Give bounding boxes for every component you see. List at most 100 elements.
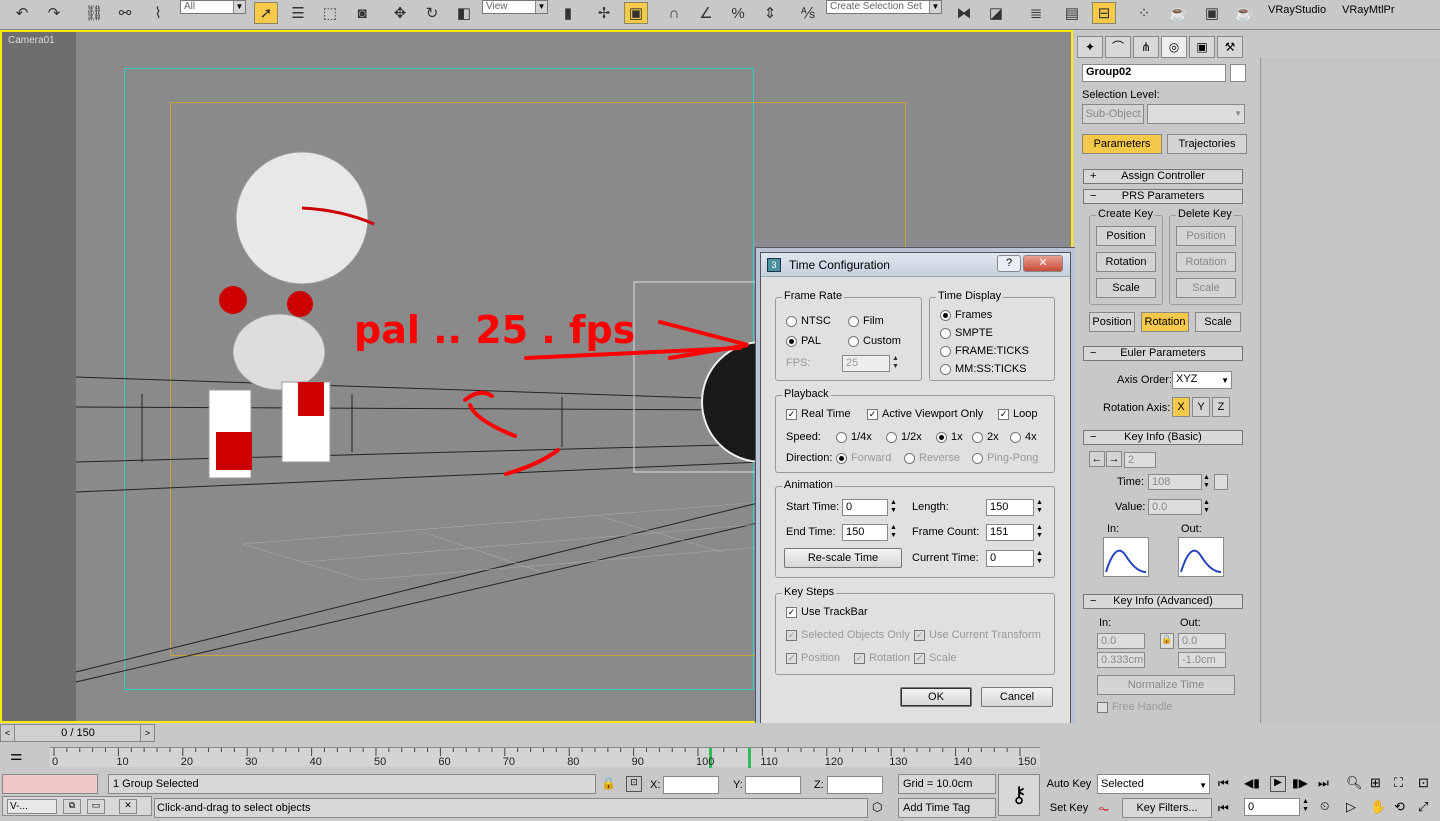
- loop-checkbox[interactable]: ✓ Loop: [998, 408, 1037, 420]
- maximize-icon[interactable]: ▭: [87, 799, 105, 814]
- rectangle-selection-icon[interactable]: ⬚: [318, 2, 342, 24]
- reverse-radio[interactable]: Reverse: [904, 452, 960, 464]
- time-configuration-icon[interactable]: ⏲: [1320, 799, 1338, 815]
- redo-icon[interactable]: ↷: [42, 2, 66, 24]
- move-icon[interactable]: ✥: [388, 2, 412, 24]
- vray-studio-label[interactable]: VRayStudio: [1268, 4, 1326, 16]
- select-manipulate-icon[interactable]: ✢: [592, 2, 616, 24]
- y-coordinate-field[interactable]: [745, 776, 801, 794]
- zoom-extents-icon[interactable]: ⛶: [1394, 775, 1403, 791]
- go-to-end-icon[interactable]: ⏭: [1318, 776, 1338, 791]
- delete-position-key-button[interactable]: Position: [1176, 226, 1236, 246]
- film-radio[interactable]: Film: [848, 315, 884, 327]
- delete-scale-key-button[interactable]: Scale: [1176, 278, 1236, 298]
- assign-controller-rollout[interactable]: + Assign Controller: [1083, 169, 1243, 184]
- pal-radio[interactable]: PAL: [786, 335, 821, 347]
- real-time-checkbox[interactable]: ✓ Real Time: [786, 408, 851, 420]
- set-key-button[interactable]: Set Key: [1044, 798, 1094, 818]
- adv-out-field[interactable]: 0.0: [1178, 633, 1226, 649]
- use-trackbar-checkbox[interactable]: ✓ Use TrackBar: [786, 606, 868, 618]
- hierarchy-tab-icon[interactable]: ⋔: [1133, 36, 1159, 58]
- frame-count-spinner-icon[interactable]: ▲ ▼: [1036, 524, 1043, 540]
- selected-only-checkbox[interactable]: ✓ Selected Objects Only: [786, 629, 910, 641]
- lock-icon[interactable]: 🔒: [1160, 633, 1174, 649]
- key-filters-button[interactable]: Key Filters...: [1122, 798, 1212, 818]
- create-scale-key-button[interactable]: Scale: [1096, 278, 1156, 298]
- ntsc-radio[interactable]: NTSC: [786, 315, 831, 327]
- key-time-field[interactable]: 108: [1148, 474, 1202, 490]
- field-of-view-icon[interactable]: ▷: [1346, 799, 1356, 815]
- create-tab-icon[interactable]: ✦: [1077, 36, 1103, 58]
- add-time-tag-icon[interactable]: ⬡: [872, 800, 882, 814]
- key-info-basic-rollout[interactable]: − Key Info (Basic): [1083, 430, 1243, 445]
- scale-checkbox[interactable]: ✓ Scale: [914, 652, 957, 664]
- zoom-extents-all-icon[interactable]: ⊡: [1418, 775, 1429, 791]
- use-current-transform-checkbox[interactable]: ✓ Use Current Transform: [914, 629, 1041, 641]
- x-coordinate-field[interactable]: [663, 776, 719, 794]
- restore-icon[interactable]: ⧉: [63, 799, 81, 814]
- rescale-time-button[interactable]: Re-scale Time: [784, 548, 902, 568]
- selection-lock-icon[interactable]: 🔒: [601, 776, 616, 790]
- z-coordinate-field[interactable]: [827, 776, 883, 794]
- zoom-icon[interactable]: 🔍︎: [1346, 775, 1363, 791]
- snaps-toggle-icon[interactable]: ∩: [662, 2, 686, 24]
- rotation-mode-button[interactable]: Rotation: [1141, 312, 1189, 332]
- tangent-in-curve-icon[interactable]: [1103, 537, 1149, 577]
- custom-radio[interactable]: Custom: [848, 335, 901, 347]
- axis-order-dropdown[interactable]: XYZ ▼: [1172, 371, 1232, 389]
- create-rotation-key-button[interactable]: Rotation: [1096, 252, 1156, 272]
- start-time-field[interactable]: 0: [842, 499, 888, 516]
- parameters-button[interactable]: Parameters: [1082, 134, 1162, 154]
- speed-quarter-radio[interactable]: 1/4x: [836, 431, 872, 443]
- speed-half-radio[interactable]: 1/2x: [886, 431, 922, 443]
- fps-field[interactable]: 25: [842, 355, 890, 372]
- spinner-snap-icon[interactable]: ⇕: [758, 2, 782, 24]
- layer-manager-icon[interactable]: ≣: [1024, 2, 1048, 24]
- object-color-swatch[interactable]: [1230, 64, 1246, 82]
- speed-4x-radio[interactable]: 4x: [1010, 431, 1037, 443]
- utilities-tab-icon[interactable]: ⚒: [1217, 36, 1243, 58]
- create-position-key-button[interactable]: Position: [1096, 226, 1156, 246]
- rotation-checkbox[interactable]: ✓ Rotation: [854, 652, 910, 664]
- edit-named-selection-icon[interactable]: ⅍: [796, 2, 820, 24]
- position-mode-button[interactable]: Position: [1089, 312, 1135, 332]
- select-object-icon[interactable]: ➚: [254, 2, 278, 24]
- close-icon[interactable]: ✕: [119, 799, 137, 814]
- dialog-titlebar[interactable]: 3 Time Configuration ? ✕: [761, 253, 1070, 277]
- close-button[interactable]: ✕: [1023, 255, 1063, 272]
- undo-icon[interactable]: ↶: [10, 2, 34, 24]
- sub-object-dropdown[interactable]: ▼: [1147, 104, 1245, 124]
- zoom-all-icon[interactable]: ⊞: [1370, 775, 1381, 791]
- normalize-time-button[interactable]: Normalize Time: [1097, 675, 1235, 695]
- euler-parameters-rollout[interactable]: − Euler Parameters: [1083, 346, 1243, 361]
- key-lock-button[interactable]: [1214, 474, 1228, 490]
- adv-out-field-2[interactable]: -1.0cm: [1178, 652, 1226, 668]
- help-button[interactable]: ?: [997, 255, 1021, 272]
- key-number-field[interactable]: 2: [1124, 452, 1156, 468]
- named-selection-dropdown[interactable]: Create Selection Set ▼: [826, 0, 942, 14]
- pan-view-icon[interactable]: ✋: [1370, 799, 1386, 815]
- rotate-icon[interactable]: ↻: [420, 2, 444, 24]
- end-time-spinner-icon[interactable]: ▲ ▼: [890, 524, 897, 540]
- mmss-ticks-radio[interactable]: MM:SS:TICKS: [940, 363, 1027, 375]
- length-field[interactable]: 150: [986, 499, 1034, 516]
- free-handle-checkbox[interactable]: Free Handle: [1097, 701, 1173, 713]
- add-time-tag-button[interactable]: Add Time Tag: [898, 798, 996, 818]
- current-frame-spinner-icon[interactable]: ▲ ▼: [1302, 798, 1309, 814]
- set-key-icon[interactable]: ⏦: [1098, 800, 1109, 817]
- next-key-arrow-icon[interactable]: →: [1106, 451, 1122, 467]
- start-time-spinner-icon[interactable]: ▲ ▼: [890, 499, 897, 515]
- key-set-dropdown[interactable]: Selected ▼: [1097, 774, 1210, 794]
- scale-icon[interactable]: ◧: [452, 2, 476, 24]
- fps-spinner-icon[interactable]: ▲ ▼: [892, 355, 899, 371]
- maximize-viewport-icon[interactable]: ⤢: [1418, 799, 1428, 815]
- rotation-axis-y-button[interactable]: Y: [1192, 397, 1210, 417]
- forward-radio[interactable]: Forward: [836, 452, 891, 464]
- next-frame-icon[interactable]: ▮▶: [1292, 776, 1312, 790]
- key-mode-toggle-icon[interactable]: ⏮: [1218, 801, 1229, 816]
- display-tab-icon[interactable]: ▣: [1189, 36, 1215, 58]
- material-editor-icon[interactable]: ⁘: [1132, 2, 1156, 24]
- key-value-field[interactable]: 0.0: [1148, 499, 1202, 515]
- length-spinner-icon[interactable]: ▲ ▼: [1036, 499, 1043, 515]
- modify-tab-icon[interactable]: ⌒: [1105, 36, 1131, 58]
